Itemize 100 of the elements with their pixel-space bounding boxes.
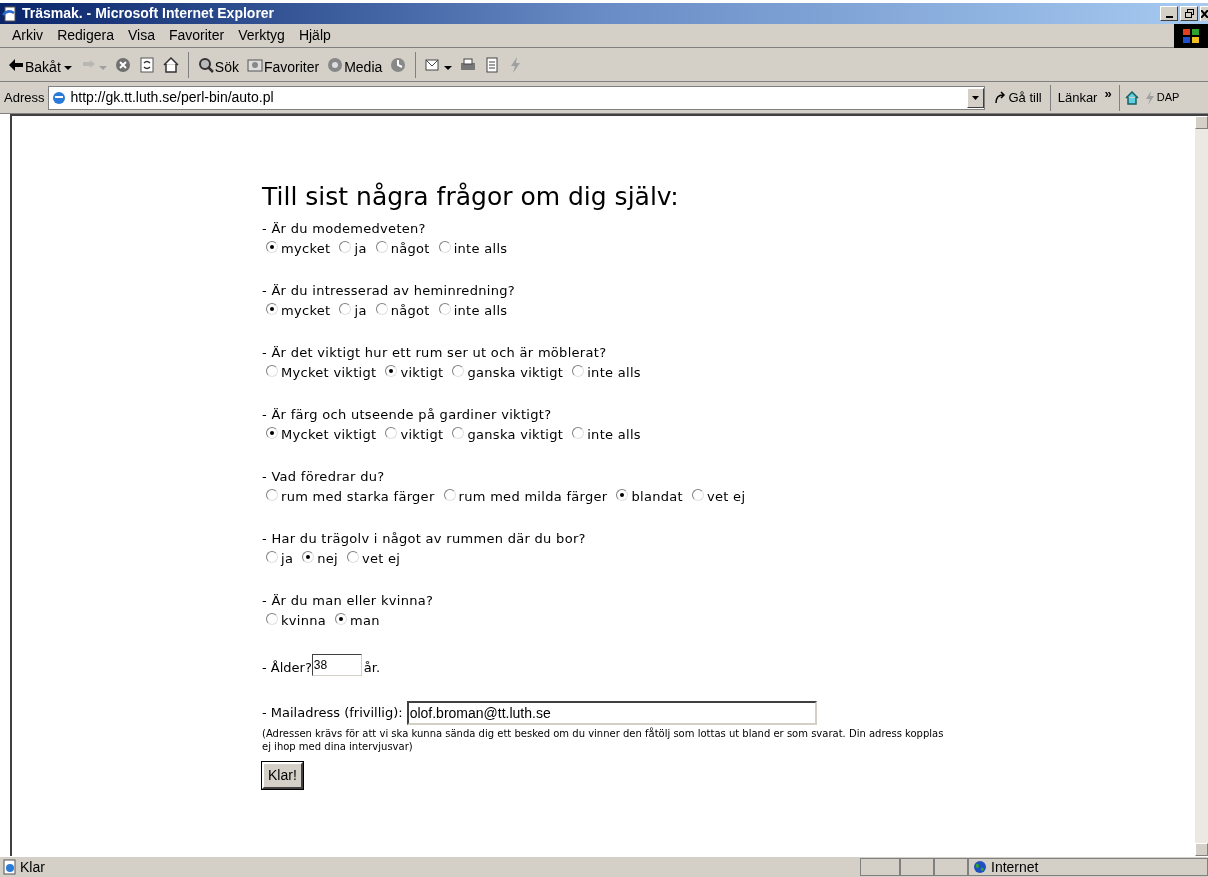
window-title: Träsmak. - Microsoft Internet Explorer bbox=[22, 4, 275, 23]
media-icon bbox=[327, 56, 344, 73]
radio-button[interactable] bbox=[452, 427, 465, 439]
radio-option[interactable]: rum med starka färger bbox=[266, 486, 435, 508]
radio-button[interactable] bbox=[335, 613, 348, 625]
search-icon bbox=[197, 56, 214, 73]
radio-button[interactable] bbox=[385, 365, 398, 377]
radio-button[interactable] bbox=[375, 303, 388, 315]
menu-item[interactable]: Arkiv bbox=[6, 25, 50, 46]
media-button[interactable]: Media bbox=[325, 51, 385, 78]
radio-option[interactable]: inte alls bbox=[572, 424, 641, 446]
radio-button[interactable] bbox=[443, 489, 456, 501]
radio-option[interactable]: viktigt bbox=[385, 424, 444, 446]
menu-item[interactable]: Hjälp bbox=[292, 25, 337, 46]
radio-button[interactable] bbox=[692, 489, 704, 501]
radio-option[interactable]: viktigt bbox=[385, 362, 444, 384]
radio-button[interactable] bbox=[339, 241, 352, 253]
radio-option[interactable]: mycket bbox=[266, 238, 331, 260]
edit-icon bbox=[484, 56, 501, 73]
status-text: Klar bbox=[20, 857, 45, 877]
radio-button[interactable] bbox=[266, 489, 278, 501]
chevron-icon[interactable]: » bbox=[1104, 83, 1112, 104]
radio-option[interactable]: ja bbox=[339, 300, 367, 322]
radio-option[interactable]: ganska viktigt bbox=[452, 424, 564, 446]
links-button[interactable]: Länkar bbox=[1054, 87, 1101, 108]
close-button[interactable] bbox=[1200, 6, 1208, 21]
radio-button[interactable] bbox=[452, 365, 465, 377]
link-item[interactable]: DAP bbox=[1143, 89, 1180, 106]
radio-button[interactable] bbox=[266, 303, 278, 315]
email-note: (Adressen krävs för att vi ska kunna sända dig ett besked om du vinner den fåtölj som lottas ut bland er som svarat. Din adress kopplas ej ihop med dina intervjusvar) bbox=[262, 726, 945, 753]
submit-button[interactable]: Klar! bbox=[262, 761, 303, 789]
radio-option[interactable]: Mycket viktigt bbox=[266, 424, 377, 446]
radio-option[interactable]: vet ej bbox=[692, 486, 746, 508]
menu-item[interactable]: Redigera bbox=[51, 25, 120, 46]
windows-logo bbox=[1174, 23, 1208, 48]
radio-option[interactable]: ja bbox=[266, 548, 294, 570]
favorites-button[interactable]: Favoriter bbox=[244, 51, 322, 78]
radio-option[interactable]: ja bbox=[339, 238, 367, 260]
close-icon bbox=[1201, 10, 1208, 18]
radio-button[interactable] bbox=[266, 551, 278, 563]
address-label: Adress bbox=[4, 88, 45, 107]
radio-option[interactable]: Mycket viktigt bbox=[266, 362, 377, 384]
globe-icon bbox=[973, 860, 987, 874]
zone-text: Internet bbox=[991, 857, 1039, 877]
scrollbar[interactable] bbox=[1195, 116, 1208, 856]
radio-button[interactable] bbox=[385, 427, 398, 439]
question-label: - Är du modemedveten? bbox=[262, 220, 427, 238]
restore-icon bbox=[1184, 9, 1194, 18]
question-label: - Är färg och utseende på gardiner viktigt? bbox=[262, 406, 553, 424]
radio-button[interactable] bbox=[339, 303, 352, 315]
stop-icon bbox=[114, 56, 131, 73]
radio-button[interactable] bbox=[266, 613, 278, 625]
page-heading: Till sist några frågor om dig själv: bbox=[262, 182, 680, 212]
radio-option[interactable]: man bbox=[335, 610, 380, 632]
radio-option[interactable]: rum med milda färger bbox=[443, 486, 608, 508]
radio-button[interactable] bbox=[572, 427, 585, 439]
radio-option[interactable]: något bbox=[375, 238, 430, 260]
radio-button[interactable] bbox=[266, 365, 278, 377]
menu-item[interactable]: Verktyg bbox=[232, 25, 291, 46]
dropdown-button[interactable] bbox=[967, 87, 985, 108]
radio-option[interactable]: blandat bbox=[616, 486, 683, 508]
address-field[interactable]: http://gk.tt.luth.se/perl-bin/auto.pl bbox=[48, 85, 986, 110]
radio-button[interactable] bbox=[438, 303, 451, 315]
radio-option[interactable]: mycket bbox=[266, 300, 331, 322]
radio-option[interactable]: inte alls bbox=[438, 238, 508, 260]
radio-option[interactable]: kvinna bbox=[266, 610, 327, 632]
question-label: - Vad föredrar du? bbox=[262, 468, 386, 486]
history-icon bbox=[390, 56, 407, 73]
home-icon bbox=[162, 56, 179, 73]
radio-option[interactable]: något bbox=[375, 300, 430, 322]
go-button[interactable]: Gå till bbox=[989, 87, 1046, 108]
minimize-button[interactable] bbox=[1160, 6, 1178, 21]
question-label: - Är du man eller kvinna? bbox=[262, 592, 435, 610]
refresh-icon bbox=[138, 56, 155, 73]
restore-button[interactable] bbox=[1180, 6, 1198, 21]
radio-button[interactable] bbox=[572, 365, 585, 377]
radio-button[interactable] bbox=[616, 489, 629, 501]
status-pane bbox=[900, 858, 934, 876]
radio-button[interactable] bbox=[438, 241, 451, 253]
caret-icon bbox=[98, 65, 107, 70]
search-button[interactable]: Sök bbox=[195, 51, 241, 78]
age-field[interactable]: 38 bbox=[311, 653, 362, 676]
back-button[interactable]: Bakåt bbox=[6, 51, 74, 78]
radio-option[interactable]: vet ej bbox=[346, 548, 401, 570]
radio-button[interactable] bbox=[302, 551, 315, 563]
radio-button[interactable] bbox=[346, 551, 359, 563]
email-field[interactable]: olof.broman@tt.luth.se bbox=[406, 700, 817, 725]
menu-item[interactable]: Visa bbox=[121, 25, 161, 46]
mail-button[interactable] bbox=[423, 56, 455, 73]
scroll-up-button[interactable] bbox=[1195, 116, 1208, 129]
home-icon[interactable] bbox=[1123, 89, 1140, 106]
radio-button[interactable] bbox=[266, 241, 278, 253]
radio-button[interactable] bbox=[266, 427, 278, 439]
radio-option[interactable]: inte alls bbox=[438, 300, 508, 322]
radio-option[interactable]: nej bbox=[302, 548, 338, 570]
menu-item[interactable]: Favoriter bbox=[162, 25, 231, 46]
radio-button[interactable] bbox=[375, 241, 388, 253]
radio-option[interactable]: inte alls bbox=[572, 362, 641, 384]
scroll-down-button[interactable] bbox=[1195, 843, 1208, 856]
radio-option[interactable]: ganska viktigt bbox=[452, 362, 564, 384]
